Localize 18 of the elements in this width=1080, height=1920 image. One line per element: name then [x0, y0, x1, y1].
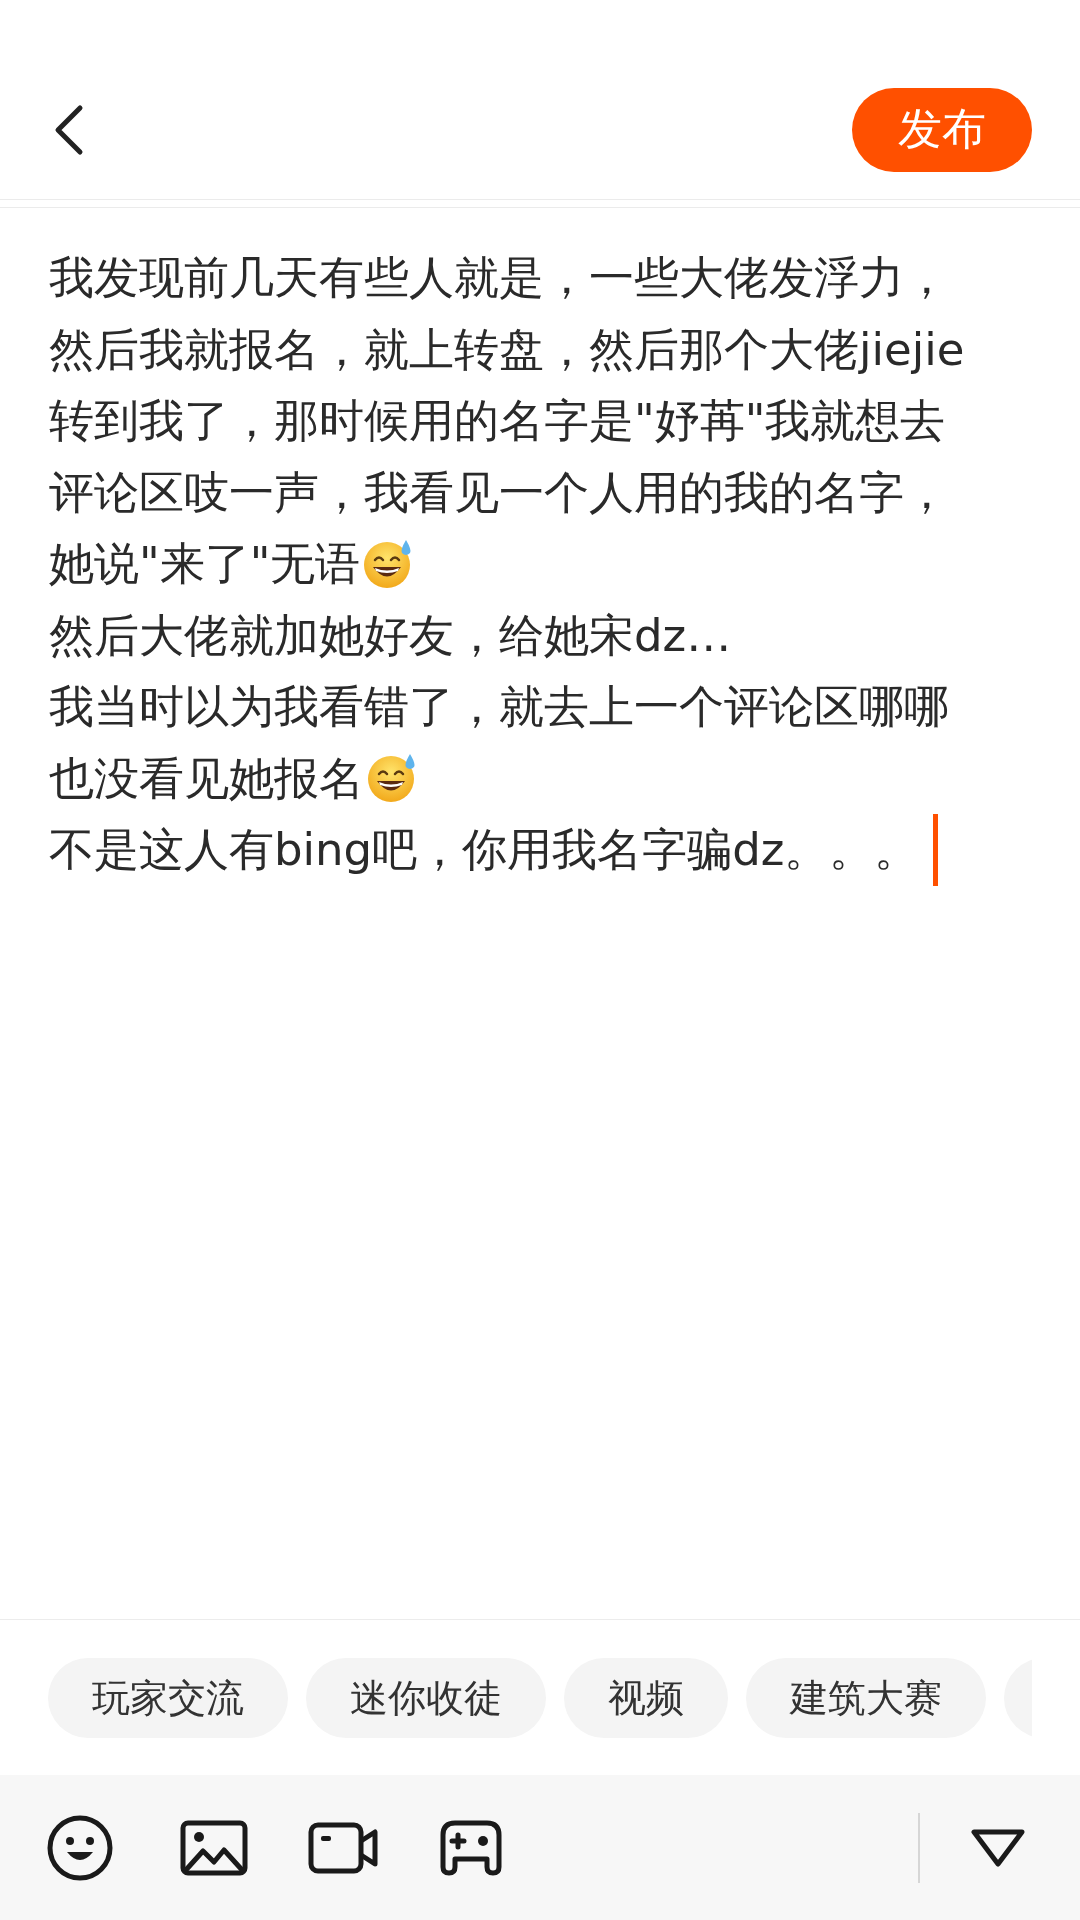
topic-tag[interactable]: 视频: [564, 1658, 728, 1738]
topic-tag[interactable]: 玩家交流: [48, 1658, 288, 1738]
post-text-line: 然后我就报名，就上转盘，然后那个大佬jiejie: [49, 321, 965, 378]
post-text-line: 不是这人有bing吧，你用我名字骗dz。。。: [49, 822, 920, 878]
topic-tag[interactable]: 迷你收徒: [306, 1658, 546, 1738]
post-text-line: 也没看见她报名: [49, 750, 364, 807]
smiley-icon[interactable]: [46, 1813, 114, 1882]
post-text-line: 她说"来了"无语: [49, 536, 361, 592]
video-camera-icon[interactable]: [308, 1821, 378, 1874]
gamepad-icon[interactable]: [440, 1819, 502, 1876]
collapse-triangle-icon[interactable]: [970, 1827, 1026, 1868]
image-icon[interactable]: [180, 1819, 248, 1876]
post-text-line: 我发现前几天有些人就是，一些大佬发浮力，: [49, 250, 949, 306]
post-text-line: 转到我了，那时候用的名字是"妤苒"我就想去: [49, 393, 946, 449]
post-text-line: 我当时以为我看错了，就去上一个评论区哪哪: [49, 679, 949, 735]
post-text-line: 评论区吱一声，我看见一个人用的我的名字，: [49, 464, 949, 521]
topic-tag[interactable]: 建筑大赛: [746, 1658, 986, 1738]
post-text-line: 然后大佬就加她好友，给她宋dz…: [49, 607, 732, 664]
